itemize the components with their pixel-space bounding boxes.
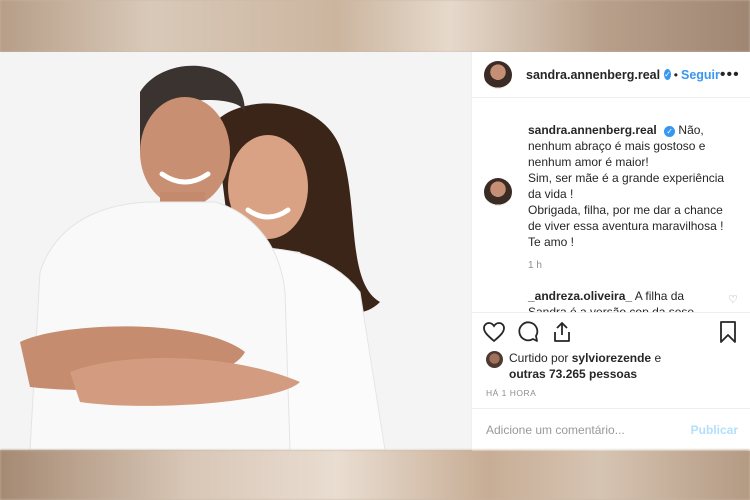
caption-line-3: Obrigada, filha, por me dar a chance de … [528,203,724,233]
header-separator: • [673,67,678,82]
caption-avatar[interactable] [484,178,512,206]
comment-bubble-icon[interactable] [516,320,540,344]
post-timestamp: HÁ 1 HORA [486,388,537,398]
blurred-background-top [0,0,750,52]
author-avatar[interactable] [484,60,512,89]
action-bar [482,318,740,346]
comment-input[interactable] [484,421,691,438]
like-heart-icon[interactable] [482,320,506,344]
instagram-post: sandra.annenberg.real ✓ • Seguir ••• san… [0,52,750,451]
bookmark-icon[interactable] [716,320,740,344]
follow-button[interactable]: Seguir [681,68,720,82]
caption-username[interactable]: sandra.annenberg.real [528,123,657,137]
comment-like-heart-icon[interactable]: ♡ [728,293,738,306]
comment-username[interactable]: _andreza.oliveira_ [528,289,632,303]
post-header: sandra.annenberg.real ✓ • Seguir ••• [472,52,750,98]
caption-timestamp: 1 h [528,260,542,271]
likes-summary: Curtido por sylviorezende e outras 73.26… [486,350,740,382]
more-options-icon[interactable]: ••• [720,66,740,84]
comment-composer: Publicar [472,408,750,450]
caption-line-2: Sim, ser mãe é a grande experiência da v… [528,171,725,201]
author-username[interactable]: sandra.annenberg.real [526,68,660,82]
verified-badge-icon: ✓ [664,126,676,137]
liker-avatar[interactable] [486,351,503,368]
post-side-panel: sandra.annenberg.real ✓ • Seguir ••• san… [471,52,750,451]
caption-line-4: Te amo ! [528,235,575,249]
blurred-background-bottom [0,450,750,500]
post-photo [0,52,471,450]
share-icon[interactable] [550,320,574,344]
likes-prefix: Curtido por [509,351,569,365]
liker-username[interactable]: sylviorezende [572,351,651,365]
likes-others-link[interactable]: outras 73.265 pessoas [509,367,637,381]
verified-badge-icon: ✓ [664,69,671,80]
publish-button[interactable]: Publicar [691,423,738,437]
caption-text: sandra.annenberg.real ✓ Não, nenhum abra… [528,122,728,250]
likes-connector: e [654,351,662,365]
caption-section: sandra.annenberg.real ✓ Não, nenhum abra… [484,122,740,271]
mother-daughter-photo [0,52,471,450]
